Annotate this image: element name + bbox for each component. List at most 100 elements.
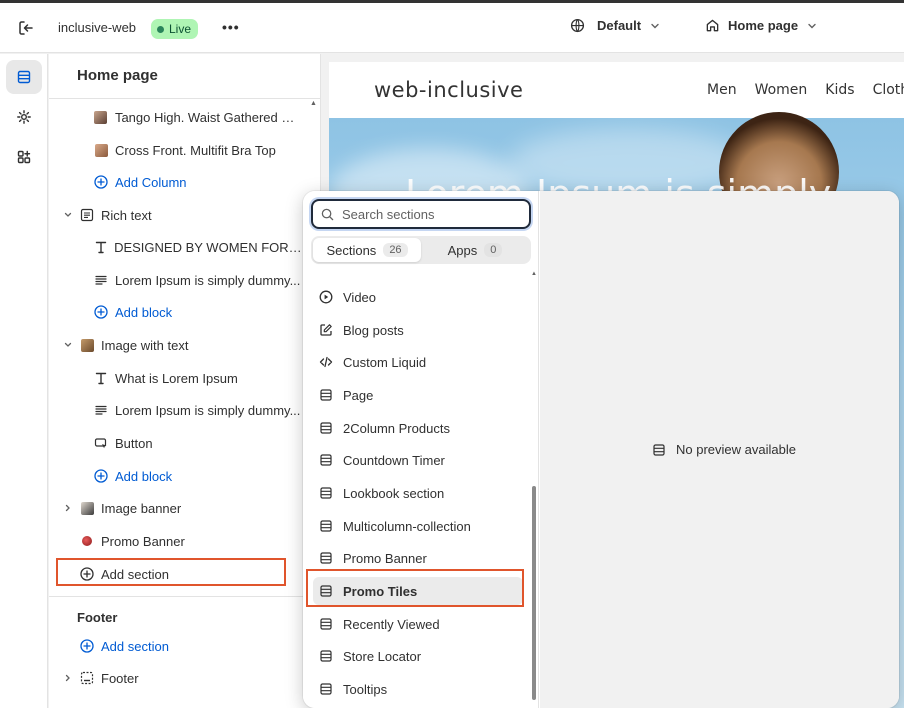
section-icon	[320, 650, 332, 662]
preview-nav: Men Women Kids Cloth	[707, 82, 904, 98]
gear-icon	[17, 110, 31, 124]
section-option-recently-viewed[interactable]: Recently Viewed	[313, 610, 523, 638]
chevron-down-icon[interactable]	[63, 210, 73, 220]
button-icon	[94, 438, 107, 449]
section-row-image-banner[interactable]: Image banner	[61, 494, 181, 522]
section-option-page[interactable]: Page	[313, 381, 523, 409]
block-row[interactable]: Cross Front. Multifit Bra Top	[93, 136, 303, 164]
section-icon	[320, 520, 332, 532]
preview-nav-item: Men	[707, 82, 737, 98]
scrollbar-thumb[interactable]	[532, 486, 536, 700]
section-option-video[interactable]: Video	[313, 283, 523, 311]
tab-sections[interactable]: Sections 26	[313, 238, 421, 262]
section-option-multicolumn-collection[interactable]: Multicolumn-collection	[313, 512, 523, 540]
section-option-lookbook[interactable]: Lookbook section	[313, 479, 523, 507]
section-option-tooltips[interactable]: Tooltips	[313, 675, 523, 703]
more-actions-button[interactable]: •••	[222, 19, 240, 35]
chevron-down-icon	[808, 23, 816, 28]
footer-add-section-button[interactable]: Add section	[79, 632, 169, 660]
page-selector-label: Home page	[728, 18, 799, 33]
theme-selector[interactable]: Default	[570, 18, 661, 33]
sections-sidebar: Home page ▲ Tango High. Waist Gathered S…	[49, 54, 321, 708]
scroll-up-icon[interactable]: ▲	[531, 271, 537, 277]
highlight-box	[56, 558, 286, 586]
search-icon	[321, 208, 334, 220]
section-icon	[320, 552, 332, 564]
apps-rail-button[interactable]	[6, 140, 42, 174]
status-badge-label: Live	[169, 22, 192, 36]
divider	[49, 98, 321, 99]
section-row-image-with-text[interactable]: Image with text	[61, 331, 188, 359]
heading-icon	[95, 372, 107, 385]
preview-logo: web-inclusive	[374, 78, 524, 102]
highlight-box	[306, 569, 524, 607]
tab-apps[interactable]: Apps 0	[421, 238, 529, 262]
section-option-label: Countdown Timer	[343, 452, 445, 468]
sections-rail-button[interactable]	[6, 60, 42, 94]
chevron-down-icon[interactable]	[63, 340, 73, 350]
block-label: Button	[115, 435, 153, 451]
section-option-store-locator[interactable]: Store Locator	[313, 642, 523, 670]
add-block-button[interactable]: Add block	[93, 298, 172, 326]
store-name: inclusive-web	[58, 20, 137, 35]
section-icon	[320, 422, 332, 434]
product-thumbnail-icon	[94, 110, 108, 124]
add-block-label: Add block	[115, 304, 173, 320]
search-input[interactable]	[342, 206, 512, 222]
page-title: Home page	[77, 67, 158, 84]
section-icon	[320, 487, 332, 499]
block-label: What is Lorem Ipsum	[115, 370, 238, 386]
footer-section-icon	[80, 671, 94, 685]
picker-tabs: Sections 26 Apps 0	[311, 236, 531, 264]
block-label: Lorem Ipsum is simply dummy...	[115, 402, 301, 418]
section-option-label: Page	[343, 387, 374, 403]
top-bar: inclusive-web Live ••• Default Home page	[0, 3, 904, 53]
promo-thumbnail-icon	[82, 536, 92, 546]
section-option-2column-products[interactable]: 2Column Products	[313, 414, 523, 442]
add-column-button[interactable]: Add Column	[93, 168, 187, 196]
section-row-footer[interactable]: Footer	[61, 664, 139, 692]
section-label: Rich text	[101, 207, 152, 223]
section-option-promo-banner[interactable]: Promo Banner	[313, 544, 523, 572]
section-option-label: Lookbook section	[343, 485, 445, 501]
live-dot-icon	[157, 25, 164, 33]
code-icon	[319, 356, 333, 368]
settings-rail-button[interactable]	[6, 100, 42, 134]
chevron-right-icon[interactable]	[63, 503, 73, 513]
play-circle-icon	[319, 290, 333, 304]
block-row[interactable]: Button	[93, 429, 153, 457]
page-selector[interactable]: Home page	[705, 18, 818, 33]
block-row[interactable]: Lorem Ipsum is simply dummy...	[93, 266, 303, 294]
exit-icon[interactable]	[17, 19, 35, 37]
image-thumbnail-icon	[80, 501, 94, 515]
tab-count-badge: 26	[383, 243, 408, 257]
section-option-countdown-timer[interactable]: Countdown Timer	[313, 446, 523, 474]
section-label: Image banner	[101, 500, 182, 516]
section-row-promo-banner[interactable]: Promo Banner	[79, 527, 185, 555]
scroll-up-icon[interactable]: ▲	[310, 100, 317, 107]
section-option-blog-posts[interactable]: Blog posts	[313, 316, 523, 344]
block-row[interactable]: DESIGNED BY WOMEN FOR W...	[93, 233, 303, 261]
section-label: Image with text	[101, 337, 189, 353]
text-section-icon	[80, 208, 94, 222]
add-column-label: Add Column	[115, 174, 187, 190]
section-row-rich-text[interactable]: Rich text	[61, 201, 152, 229]
edit-note-icon	[320, 324, 332, 336]
section-icon	[653, 443, 665, 456]
chevron-down-icon	[651, 23, 659, 28]
home-icon	[706, 19, 719, 32]
section-icon	[320, 618, 332, 630]
section-option-custom-liquid[interactable]: Custom Liquid	[313, 348, 523, 376]
section-option-label: Recently Viewed	[343, 616, 440, 632]
divider	[49, 596, 321, 597]
block-label: DESIGNED BY WOMEN FOR W...	[114, 239, 303, 255]
search-field[interactable]	[311, 199, 531, 229]
block-row[interactable]: Lorem Ipsum is simply dummy...	[93, 396, 303, 424]
plus-circle-icon	[80, 639, 94, 653]
add-block-label: Add block	[115, 468, 173, 484]
block-row[interactable]: What is Lorem Ipsum	[93, 364, 303, 392]
block-label: Cross Front. Multifit Bra Top	[115, 142, 276, 158]
block-row[interactable]: Tango High. Waist Gathered Si...	[93, 103, 303, 131]
add-block-button[interactable]: Add block	[93, 462, 172, 490]
chevron-right-icon[interactable]	[63, 673, 73, 683]
